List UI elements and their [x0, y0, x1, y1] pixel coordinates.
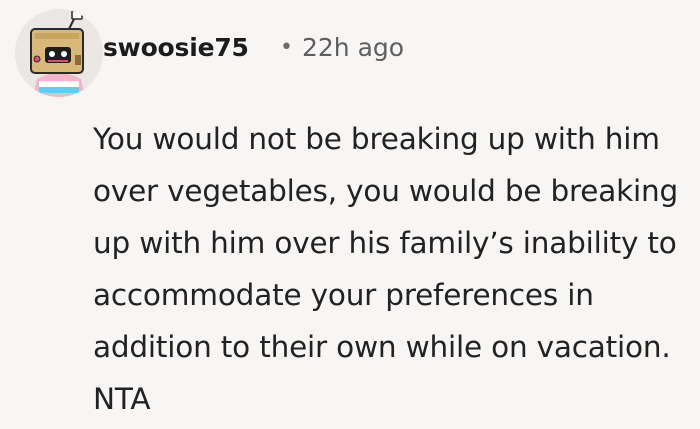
- comment-body: You would not be breaking up with him ov…: [93, 122, 679, 416]
- comment-timestamp[interactable]: 22h ago: [302, 30, 404, 66]
- snoo-avatar-icon: [15, 9, 103, 97]
- user-avatar[interactable]: [15, 9, 103, 97]
- comment-card: swoosie75 • 22h ago You would not be bre…: [0, 0, 700, 429]
- comment-header: swoosie75 • 22h ago: [0, 0, 700, 100]
- username-link[interactable]: swoosie75: [103, 30, 249, 66]
- separator-dot: •: [280, 35, 293, 60]
